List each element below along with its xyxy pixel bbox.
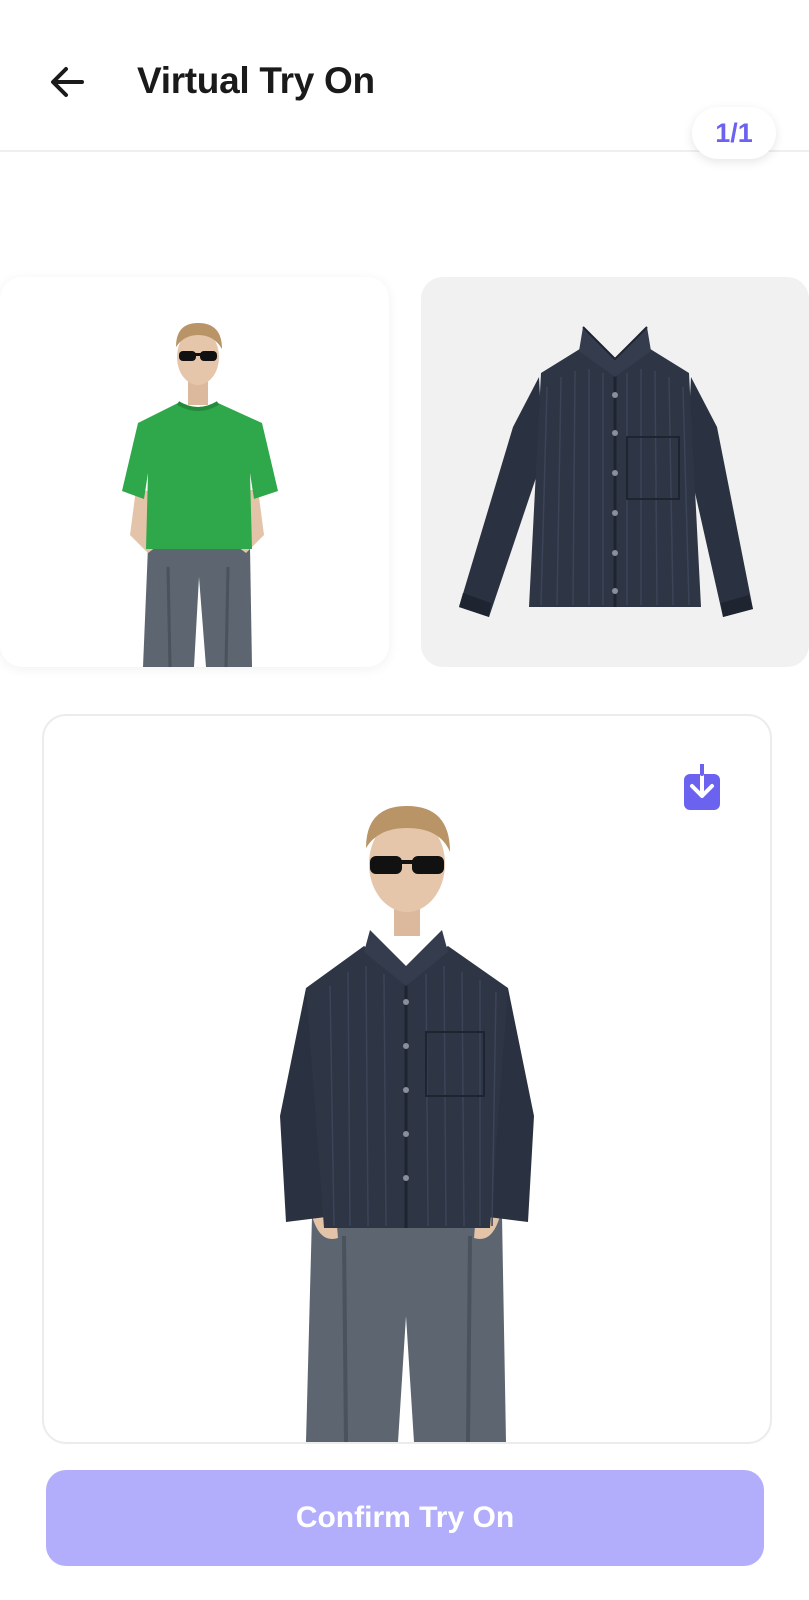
navy-corduroy-shirt-image <box>459 326 753 617</box>
download-button[interactable] <box>680 764 724 812</box>
person-green-tshirt-image <box>122 323 278 667</box>
confirm-try-on-button[interactable]: Confirm Try On <box>46 1470 764 1566</box>
try-on-result-card <box>42 714 772 1444</box>
person-wearing-navy-shirt-image <box>280 806 534 1442</box>
top-bar: Virtual Try On <box>0 0 809 152</box>
download-icon <box>684 764 720 810</box>
back-button[interactable] <box>44 58 92 106</box>
arrow-left-icon <box>51 67 84 97</box>
page-title: Virtual Try On <box>137 60 375 101</box>
model-photo-card[interactable] <box>0 277 389 667</box>
garment-photo-card[interactable] <box>421 277 809 667</box>
image-counter-badge: 1/1 <box>692 107 776 159</box>
